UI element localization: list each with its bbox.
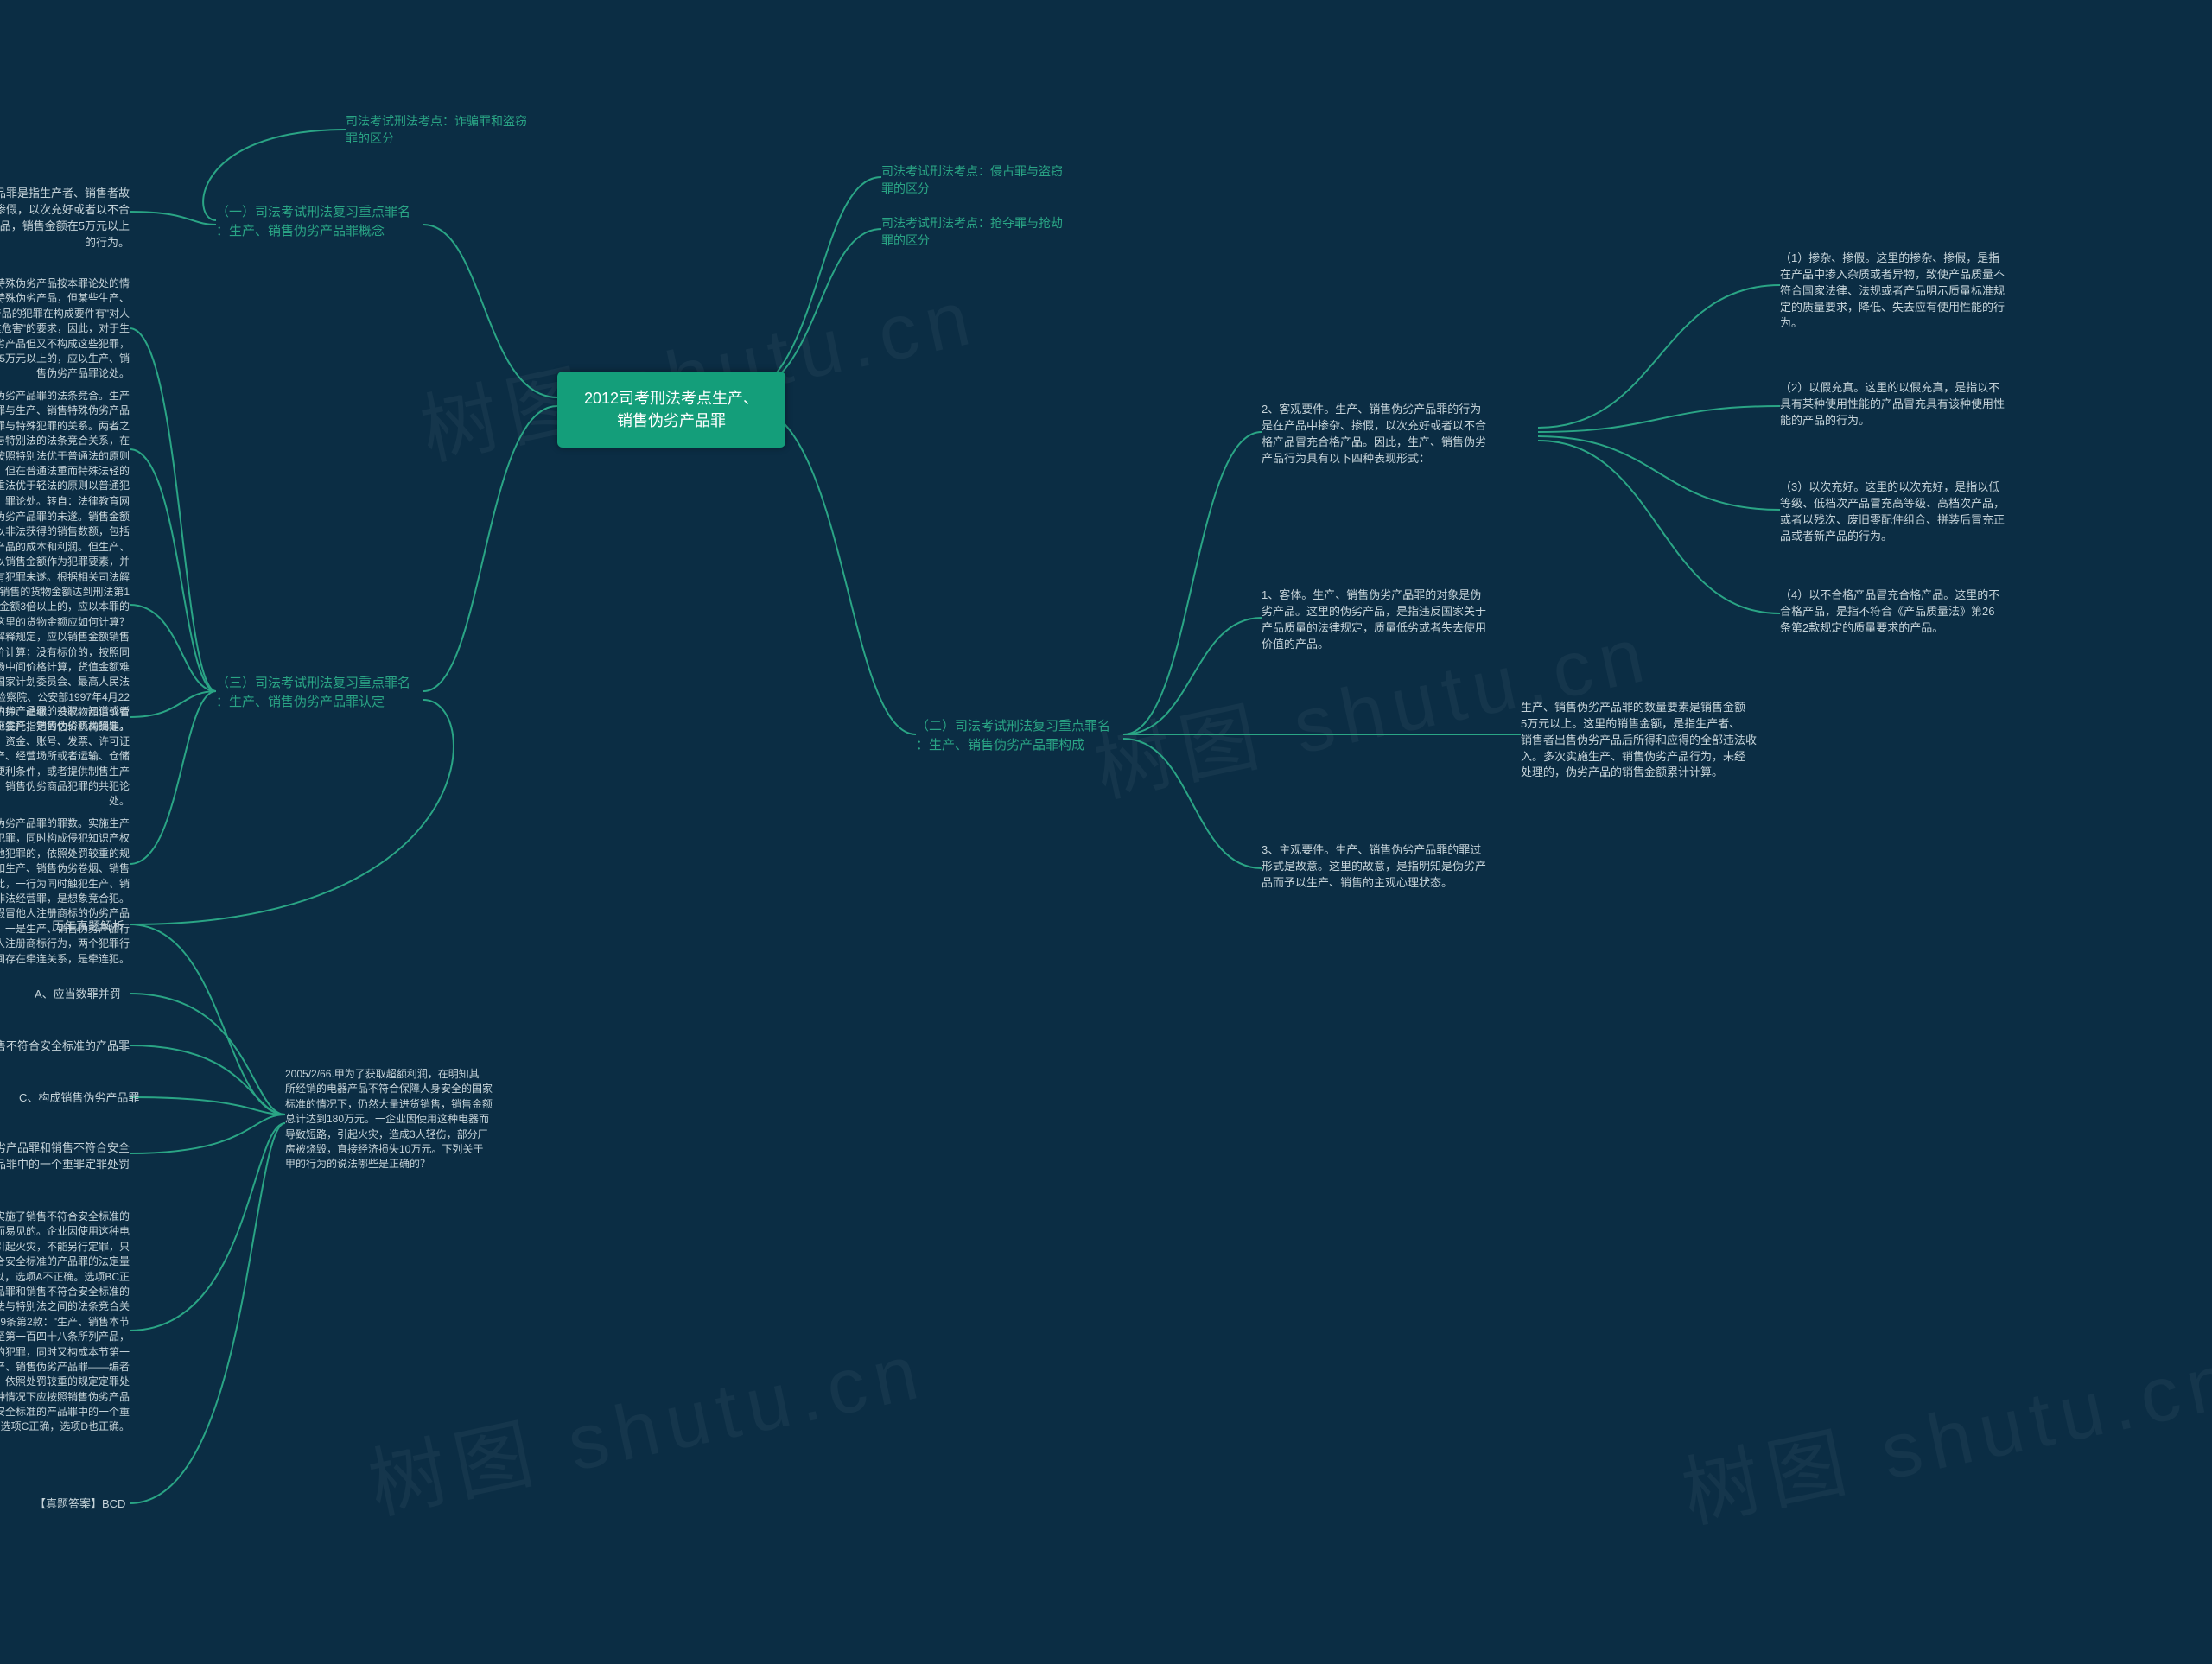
root-node[interactable]: 2012司考刑法考点生产、 销售伪劣产品罪 (557, 372, 785, 448)
section1-definition: 生产、销售伪劣产品罪是指生产者、销售者故 意在产品中掺杂、掺假，以次充好或者以不… (0, 186, 130, 251)
section3-p1: 1、生产、销售特殊伪劣产品按本罪论处的情 形。生产、销售特殊伪劣产品，但某些生产… (0, 276, 130, 382)
past-option-b[interactable]: B、构成销售不符合安全标准的产品罪 (0, 1038, 130, 1055)
section3-head[interactable]: （三）司法考试刑法复习重点罪名 ：生产、销售伪劣产品罪认定 (216, 674, 423, 712)
past-option-d[interactable]: D、应按照销售伪劣产品罪和销售不符合安全 标准的产品罪中的一个重罪定罪处罚 (0, 1140, 130, 1173)
rel-topic-qinzhanzui[interactable]: 司法考试刑法考点：侵占罪与盗窃 罪的区分 (881, 162, 1071, 198)
section1-related[interactable]: 司法考试刑法考点：诈骗罪和盗窃 罪的区分 (346, 112, 536, 148)
section3-p2: 2、生产、销售伪劣产品罪的法条竞合。生产 、销售伪劣产品罪与生产、销售特殊伪劣产… (0, 389, 130, 509)
section2-obj2-amount: 生产、销售伪劣产品罪的数量要素是销售金额 5万元以上。这里的销售金额，是指生产者… (1521, 700, 1789, 781)
section3-p4: 4、生产、销售伪劣产品罪的共犯。知道或者 应当知道他人实施生产、销售伪劣商品犯罪… (0, 704, 130, 810)
section2-obj2-form3: （3）以次充好。这里的以次充好，是指以低 等级、低档次产品冒充高等级、高档次产品… (1780, 480, 2048, 544)
watermark: 树图 shutu.cn (358, 1307, 935, 1534)
past-answer: 【真题答案】BCD (35, 1496, 125, 1513)
section1-head[interactable]: （一）司法考试刑法复习重点罪名 ：生产、销售伪劣产品罪概念 (216, 203, 423, 241)
section2-obj2-form2: （2）以假充真。这里的以假充真，是指以不 具有某种使用性能的产品冒充具有该种使用… (1780, 380, 2048, 429)
past-exam-label[interactable]: 历年真题解析 (52, 918, 124, 935)
past-analysis: 【真题解析】甲实施了销售不符合安全标准的 产品行为，是显而易见的。企业因使用这种… (0, 1210, 130, 1435)
past-option-c[interactable]: C、构成销售伪劣产品罪 (19, 1090, 139, 1107)
section2-obj2-form1: （1）掺杂、掺假。这里的掺杂、掺假，是指 在产品中掺入杂质或者异物，致使产品质量… (1780, 251, 2048, 332)
section2-obj2-head: 2、客观要件。生产、销售伪劣产品罪的行为 是在产品中掺杂、掺假，以次充好或者以不… (1262, 402, 1529, 467)
section2-obj1: 1、客体。生产、销售伪劣产品罪的对象是伪 劣产品。这里的伪劣产品，是指违反国家关… (1262, 587, 1529, 652)
rel-topic-qiangduo[interactable]: 司法考试刑法考点：抢夺罪与抢劫 罪的区分 (881, 214, 1071, 250)
connectors (0, 0, 2212, 1664)
section2-obj2-form4: （4）以不合格产品冒充合格产品。这里的不 合格产品，是指不符合《产品质量法》第2… (1780, 587, 2048, 637)
section3-p3: 3、生产、销售伪劣产品罪的未遂。销售金额 是指犯罪既遂以非法获得的销售数额，包括… (0, 510, 130, 735)
watermark: 树图 shutu.cn (1671, 1316, 2212, 1543)
section2-obj3: 3、主观要件。生产、销售伪劣产品罪的罪过 形式是故意。这里的故意，是指明知是伪劣… (1262, 842, 1529, 892)
past-question: 2005/2/66.甲为了获取超额利润，在明知其 所经销的电器产品不符合保障人身… (285, 1067, 553, 1172)
past-option-a[interactable]: A、应当数罪并罚 (35, 987, 121, 1003)
section2-head[interactable]: （二）司法考试刑法复习重点罪名 ：生产、销售伪劣产品罪构成 (916, 717, 1123, 755)
section3-p5: 5、生产、销售伪劣产品罪的罪数。实施生产 、销售伪劣商品犯罪，同时构成侵犯知识产… (0, 816, 130, 967)
